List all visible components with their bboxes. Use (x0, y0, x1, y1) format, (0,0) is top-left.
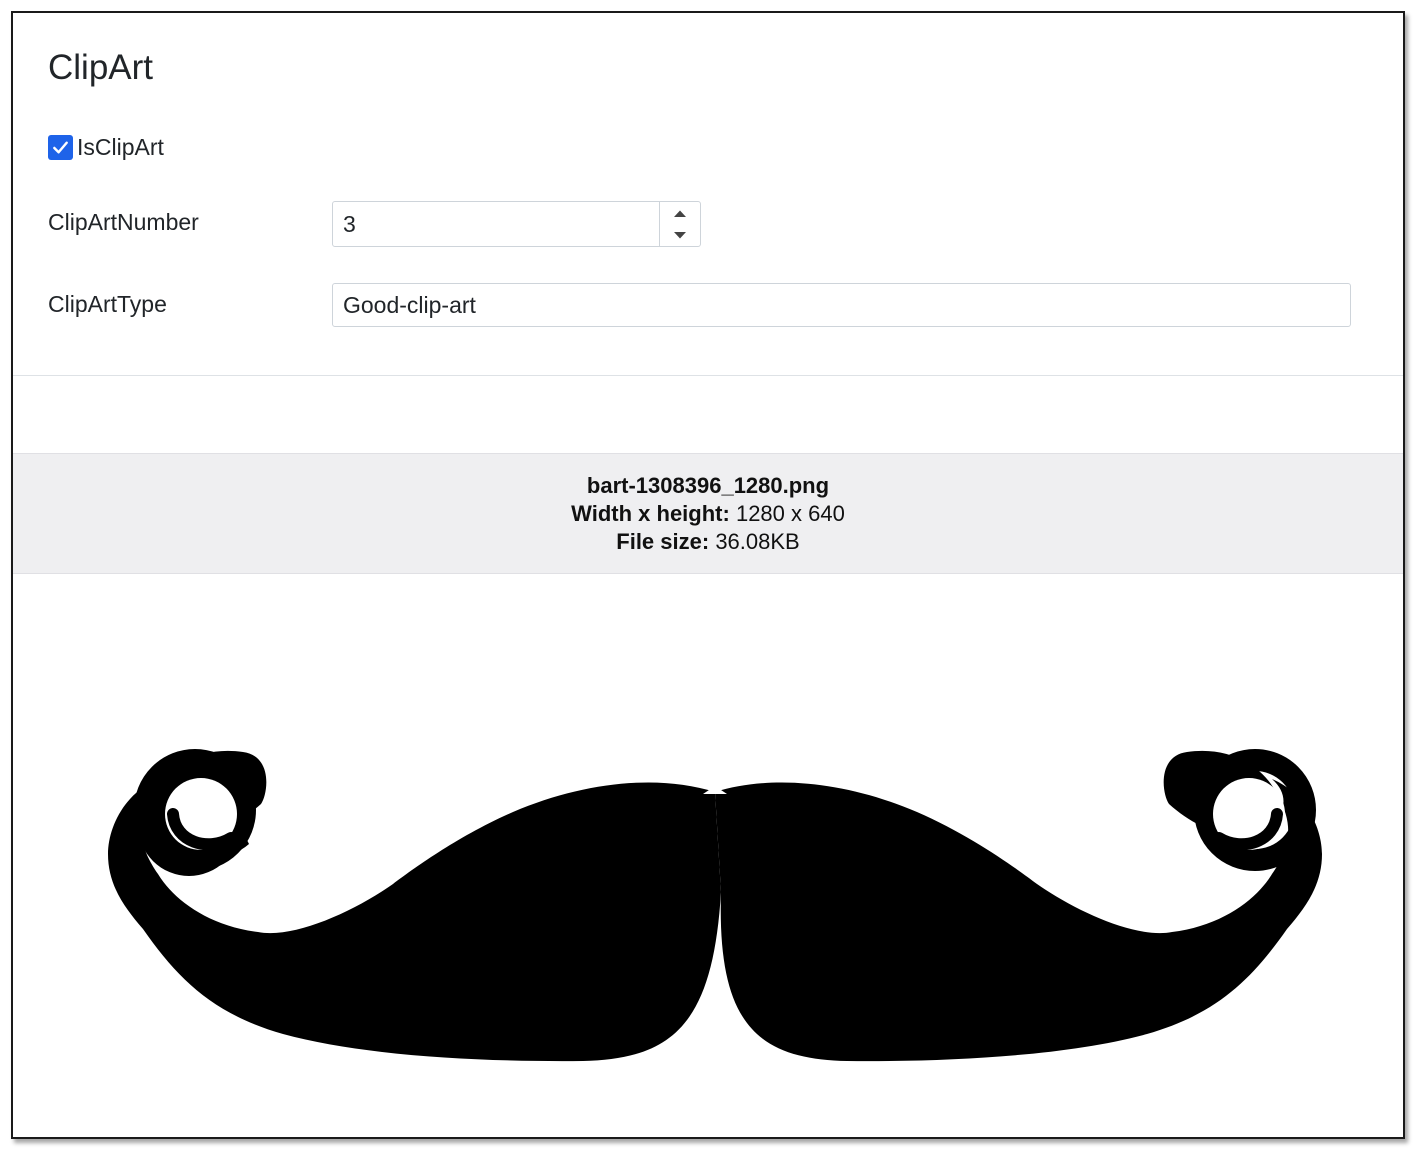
arrow-up-icon (674, 210, 686, 217)
number-spinner (659, 202, 700, 246)
mustache-image (108, 749, 1322, 1062)
increment-button[interactable] (660, 202, 700, 224)
panel-title: ClipArt (48, 48, 154, 87)
arrow-down-icon (674, 231, 686, 238)
dimensions-value: 1280 x 640 (735, 500, 845, 526)
section-divider (13, 375, 1403, 376)
dimensions-line: Width x height: 1280 x 640 (571, 500, 845, 528)
image-preview (13, 574, 1403, 1137)
is-clip-art-row: IsClipArt (48, 132, 164, 162)
clip-art-number-field (332, 201, 701, 247)
file-name: bart-1308396_1280.png (586, 472, 830, 498)
clip-art-type-label: ClipArtType (48, 291, 167, 317)
clip-art-type-input[interactable] (332, 283, 1351, 327)
decrement-button[interactable] (660, 224, 700, 246)
dimensions-label: Width x height: (571, 500, 730, 526)
file-info-bar: bart-1308396_1280.png Width x height: 12… (13, 453, 1403, 574)
clip-art-number-label: ClipArtNumber (48, 209, 199, 235)
file-size-label: File size: (616, 528, 710, 554)
clip-art-number-input[interactable] (333, 202, 659, 246)
is-clip-art-checkbox[interactable] (48, 134, 73, 160)
clipart-panel: ClipArt IsClipArt ClipArtNumber ClipArtT… (11, 11, 1405, 1139)
file-size-line: File size: 36.08KB (616, 528, 799, 556)
file-size-value: 36.08KB (715, 528, 800, 554)
checkmark-icon (53, 141, 68, 153)
is-clip-art-label[interactable]: IsClipArt (77, 134, 164, 161)
